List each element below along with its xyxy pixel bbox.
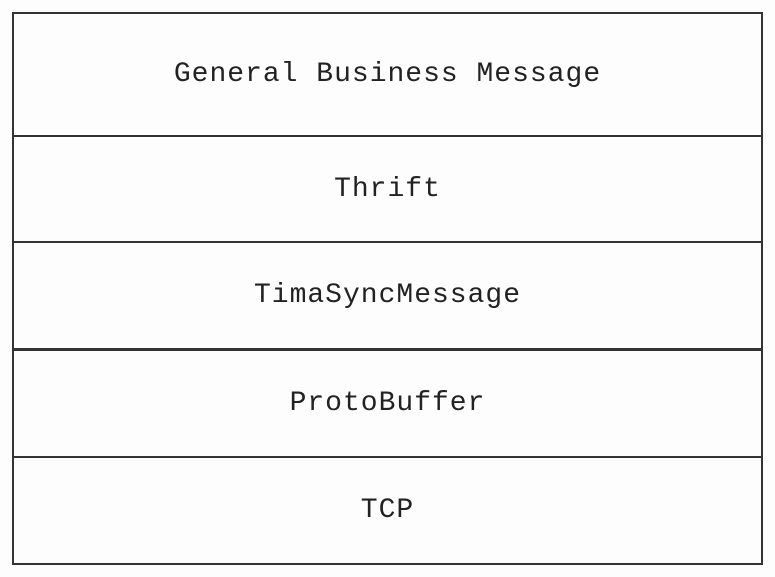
layer-label: TCP (361, 495, 414, 526)
layer-label: General Business Message (174, 59, 601, 90)
layer-general-business-message: General Business Message (14, 14, 761, 137)
layer-label: Thrift (334, 174, 441, 205)
layer-thrift: Thrift (14, 137, 761, 244)
layer-label: TimaSyncMessage (254, 280, 521, 311)
layer-timasyncmessage: TimaSyncMessage (14, 243, 761, 351)
layer-tcp: TCP (14, 458, 761, 563)
layer-label: ProtoBuffer (290, 388, 486, 419)
layer-protobuffer: ProtoBuffer (14, 351, 761, 458)
protocol-stack-diagram: General Business Message Thrift TimaSync… (12, 12, 763, 565)
